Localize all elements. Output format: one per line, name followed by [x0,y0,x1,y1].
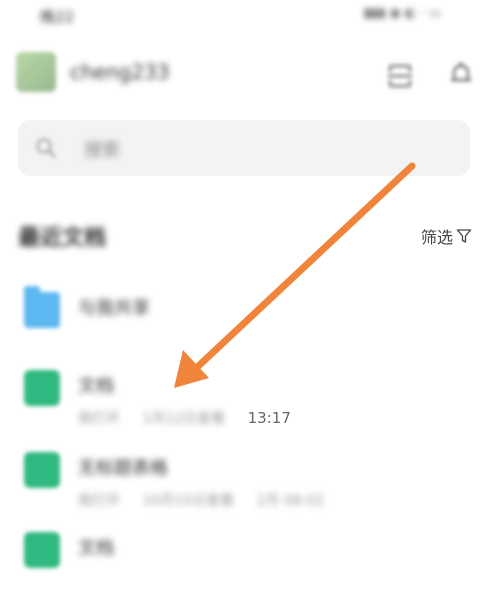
filter-label: 筛选 [421,228,454,247]
document-icon [24,532,60,568]
filter-icon [456,229,472,243]
avatar[interactable] [16,52,56,92]
spreadsheet-icon [24,452,60,488]
username[interactable]: cheng233 [70,60,170,84]
filter-button[interactable]: 筛选 [421,224,472,248]
search-placeholder: 搜索 [84,140,120,161]
item-meta-source: 我打开 [78,411,120,427]
item-name: 无标题表格 [78,458,168,479]
item-meta: 我打开 1月12日查看 13:17 [78,408,309,428]
app-header: cheng233 [0,46,481,102]
status-icons: ▮▮▮ ◉ ◐ · ▭ [363,6,441,21]
list-item[interactable]: 文档 我打开 1月12日查看 13:17 [0,370,481,450]
item-name: 文档 [78,538,114,559]
item-meta-date: 1月12日查看 [142,411,226,427]
status-bar: 晚22 ▮▮▮ ◉ ◐ · ▭ [0,0,481,28]
item-meta-source: 我打开 [78,493,120,509]
document-icon [24,370,60,406]
item-meta-time: 13:17 [247,409,291,427]
list-item[interactable]: 与我共享 [0,286,481,372]
item-meta-time: 2月 08:02 [256,493,325,509]
search-icon [36,138,56,158]
item-name: 文档 [78,376,114,397]
item-meta: 我打开 10月15日查看 2月 08:02 [78,490,342,510]
list-item[interactable]: 文档 [0,532,481,612]
search-bar[interactable]: 搜索 [18,120,470,176]
item-meta-date: 10月15日查看 [142,493,235,509]
scan-icon[interactable] [386,62,414,90]
item-name: 与我共享 [78,298,150,319]
bell-icon[interactable] [447,60,475,88]
folder-icon [24,286,60,328]
section-title: 最近文档 [18,226,107,251]
status-time: 晚22 [40,8,75,26]
list-item[interactable]: 无标题表格 我打开 10月15日查看 2月 08:02 [0,452,481,532]
